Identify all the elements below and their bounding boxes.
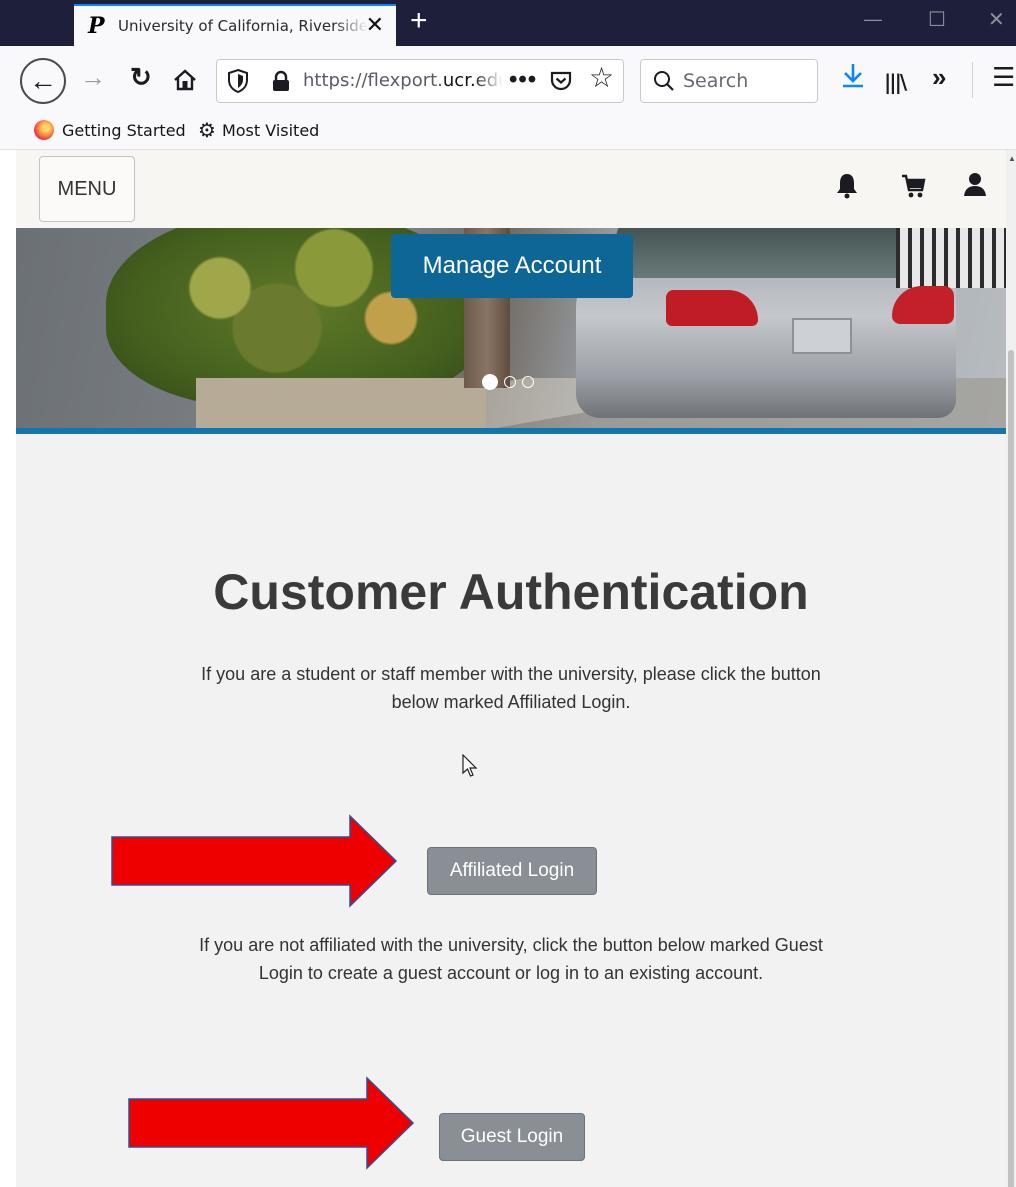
app-menu-icon[interactable]: ☰ (992, 64, 1015, 90)
page-content: MENU Manage Account Customer Authenticat… (16, 150, 1006, 1187)
url-text[interactable]: https://flexport.ucr.edu (303, 70, 503, 91)
firefox-icon (34, 120, 54, 140)
toolbar-separator (972, 62, 973, 98)
tab-title: University of California, Riverside (118, 17, 368, 35)
new-tab-icon[interactable]: + (410, 6, 428, 36)
scroll-up-icon[interactable]: ▲ (1008, 154, 1016, 163)
close-tab-icon[interactable]: ✕ (366, 14, 384, 36)
bookmark-star-icon[interactable]: ☆ (589, 64, 614, 92)
manage-account-button[interactable]: Manage Account (391, 234, 633, 298)
browser-tab[interactable]: P University of California, Riverside ✕ (74, 4, 396, 46)
guest-instructions: If you are not affiliated with the unive… (199, 935, 823, 983)
minimize-icon[interactable]: — (864, 10, 882, 28)
bookmark-most-visited[interactable]: ⚙ Most Visited (198, 120, 319, 140)
bell-icon[interactable] (834, 170, 860, 200)
scrollbar-thumb[interactable] (1008, 350, 1014, 1187)
bookmarks-toolbar: Getting Started ⚙ Most Visited (0, 114, 1016, 150)
home-icon[interactable] (172, 68, 198, 92)
site-header: MENU (16, 150, 1006, 228)
overflow-menu-icon[interactable]: » (932, 64, 946, 90)
search-icon (654, 71, 674, 91)
reload-icon[interactable]: ↻ (130, 64, 152, 90)
red-arrow-icon (128, 1076, 415, 1170)
carousel-indicators (482, 374, 534, 390)
user-icon[interactable] (962, 170, 988, 200)
hero-accent-bar (16, 428, 1006, 434)
page-actions-icon[interactable]: ••• (509, 66, 537, 94)
affiliated-login-button[interactable]: Affiliated Login (427, 847, 597, 895)
browser-toolbar: ← → ↻ https://flexport.ucr.edu ••• ☆ Sea… (0, 46, 1016, 114)
affiliated-instructions: If you are a student or staff member wit… (201, 664, 821, 712)
search-input[interactable] (683, 70, 813, 92)
maximize-icon[interactable]: ☐ (928, 10, 946, 30)
page-title: Customer Authentication (213, 564, 809, 620)
carousel-dot-2[interactable] (504, 376, 516, 388)
site-favicon-icon: P (88, 13, 105, 39)
close-window-icon[interactable]: ✕ (988, 10, 1005, 30)
address-bar[interactable]: https://flexport.ucr.edu ••• ☆ (216, 59, 624, 103)
menu-button[interactable]: MENU (39, 156, 135, 222)
carousel-dot-1[interactable] (482, 374, 498, 390)
pocket-icon[interactable] (549, 69, 573, 93)
page-scrollbar[interactable]: ▲ (1006, 150, 1016, 1187)
cart-icon[interactable] (900, 170, 926, 200)
back-arrow-icon[interactable]: ← (20, 58, 66, 104)
guest-login-button[interactable]: Guest Login (439, 1113, 585, 1161)
red-arrow-icon (111, 814, 398, 908)
search-box[interactable] (640, 59, 818, 103)
library-icon[interactable]: |||\ (884, 70, 907, 94)
carousel-dot-3[interactable] (522, 376, 534, 388)
bookmark-getting-started[interactable]: Getting Started (34, 120, 186, 140)
mouse-cursor-icon (462, 754, 478, 777)
browser-tab-strip: P University of California, Riverside ✕ … (0, 0, 1016, 46)
tracking-shield-icon[interactable] (227, 68, 249, 94)
lock-icon[interactable] (272, 70, 290, 92)
hero-banner: Manage Account (16, 228, 1006, 428)
gear-icon: ⚙ (198, 118, 216, 142)
download-icon[interactable] (840, 62, 866, 92)
forward-arrow-icon[interactable]: → (80, 64, 106, 90)
